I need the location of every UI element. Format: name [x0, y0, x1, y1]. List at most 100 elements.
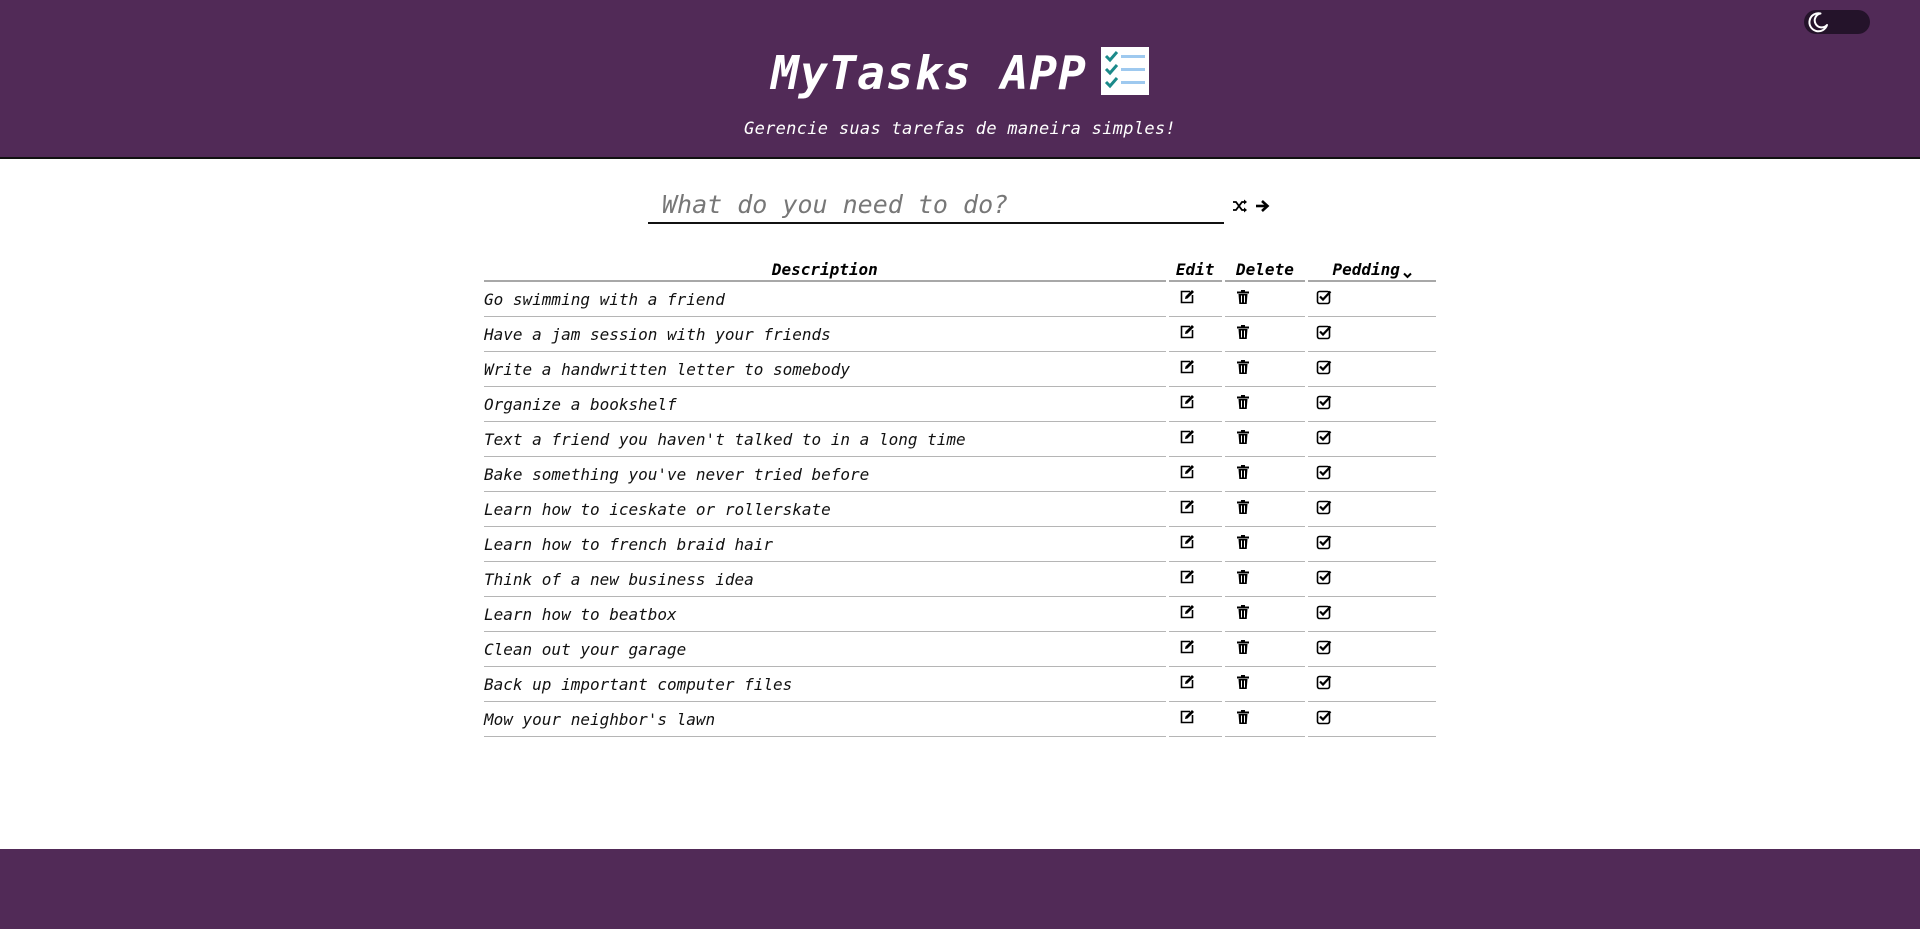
trash-icon[interactable] — [1235, 464, 1251, 480]
edit-cell — [1168, 317, 1222, 352]
checklist-icon — [1100, 46, 1149, 95]
edit-icon[interactable] — [1179, 604, 1195, 620]
task-input[interactable] — [648, 186, 1224, 222]
table-row: Think of a new business idea — [484, 562, 1436, 597]
delete-cell — [1224, 282, 1306, 317]
edit-cell — [1168, 527, 1222, 562]
edit-cell — [1168, 597, 1222, 632]
shuffle-icon[interactable] — [1232, 198, 1248, 214]
edit-cell — [1168, 702, 1222, 737]
task-description: Back up important computer files — [484, 667, 1166, 702]
edit-icon[interactable] — [1179, 534, 1195, 550]
app-title-text: MyTasks APP — [771, 45, 1087, 100]
trash-icon[interactable] — [1235, 429, 1251, 445]
check-square-icon[interactable] — [1316, 289, 1332, 305]
edit-cell — [1168, 667, 1222, 702]
arrow-right-icon[interactable] — [1254, 198, 1270, 214]
edit-icon[interactable] — [1179, 324, 1195, 340]
trash-icon[interactable] — [1235, 394, 1251, 410]
trash-icon[interactable] — [1235, 639, 1251, 655]
edit-icon[interactable] — [1179, 394, 1195, 410]
task-list: Go swimming with a friend Have a jam ses… — [484, 282, 1436, 737]
status-cell — [1308, 317, 1436, 352]
task-input-container — [648, 186, 1224, 224]
check-square-icon[interactable] — [1316, 569, 1332, 585]
task-description: Learn how to iceskate or rollerskate — [484, 492, 1166, 527]
task-description: Learn how to french braid hair — [484, 527, 1166, 562]
edit-cell — [1168, 422, 1222, 457]
delete-cell — [1224, 492, 1306, 527]
check-square-icon[interactable] — [1316, 464, 1332, 480]
task-description: Organize a bookshelf — [484, 387, 1166, 422]
edit-cell — [1168, 352, 1222, 387]
check-square-icon[interactable] — [1316, 394, 1332, 410]
edit-icon[interactable] — [1179, 289, 1195, 305]
delete-cell — [1224, 597, 1306, 632]
status-cell — [1308, 562, 1436, 597]
table-row: Clean out your garage — [484, 632, 1436, 667]
delete-cell — [1224, 702, 1306, 737]
check-square-icon[interactable] — [1316, 534, 1332, 550]
delete-cell — [1224, 387, 1306, 422]
task-description: Have a jam session with your friends — [484, 317, 1166, 352]
trash-icon[interactable] — [1235, 604, 1251, 620]
check-square-icon[interactable] — [1316, 499, 1332, 515]
status-cell — [1308, 422, 1436, 457]
status-cell — [1308, 282, 1436, 317]
edit-icon[interactable] — [1179, 569, 1195, 585]
status-cell — [1308, 352, 1436, 387]
trash-icon[interactable] — [1235, 324, 1251, 340]
chevron-down-icon — [1403, 265, 1412, 278]
table-header-row: Description Edit Delete Pedding — [484, 258, 1436, 282]
trash-icon[interactable] — [1235, 674, 1251, 690]
table-row: Back up important computer files — [484, 667, 1436, 702]
check-square-icon[interactable] — [1316, 324, 1332, 340]
edit-icon[interactable] — [1179, 359, 1195, 375]
task-description: Text a friend you haven't talked to in a… — [484, 422, 1166, 457]
header-description-label: Description — [771, 259, 878, 279]
table-row: Go swimming with a friend — [484, 282, 1436, 317]
delete-cell — [1224, 422, 1306, 457]
delete-cell — [1224, 352, 1306, 387]
edit-cell — [1168, 562, 1222, 597]
table-row: Learn how to beatbox — [484, 597, 1436, 632]
check-square-icon[interactable] — [1316, 709, 1332, 725]
trash-icon[interactable] — [1235, 499, 1251, 515]
edit-cell — [1168, 632, 1222, 667]
edit-cell — [1168, 457, 1222, 492]
app-title: MyTasks APP — [0, 40, 1920, 102]
trash-icon[interactable] — [1235, 569, 1251, 585]
header-delete: Delete — [1224, 258, 1306, 282]
delete-cell — [1224, 527, 1306, 562]
edit-icon[interactable] — [1179, 464, 1195, 480]
check-square-icon[interactable] — [1316, 604, 1332, 620]
table-row: Learn how to french braid hair — [484, 527, 1436, 562]
page: MyTasks APP Gerencie suas tarefas de man… — [0, 0, 1920, 929]
trash-icon[interactable] — [1235, 359, 1251, 375]
table-row: Text a friend you haven't talked to in a… — [484, 422, 1436, 457]
edit-icon[interactable] — [1179, 709, 1195, 725]
edit-cell — [1168, 387, 1222, 422]
table-row: Have a jam session with your friends — [484, 317, 1436, 352]
task-description: Clean out your garage — [484, 632, 1166, 667]
theme-toggle[interactable] — [1804, 10, 1870, 34]
trash-icon[interactable] — [1235, 534, 1251, 550]
trash-icon[interactable] — [1235, 709, 1251, 725]
task-description: Write a handwritten letter to somebody — [484, 352, 1166, 387]
header-status-filter[interactable]: Pedding — [1308, 258, 1436, 282]
input-actions — [1232, 198, 1270, 214]
check-square-icon[interactable] — [1316, 674, 1332, 690]
check-square-icon[interactable] — [1316, 429, 1332, 445]
header-description: Description — [484, 258, 1166, 282]
edit-icon[interactable] — [1179, 639, 1195, 655]
edit-icon[interactable] — [1179, 429, 1195, 445]
edit-icon[interactable] — [1179, 499, 1195, 515]
check-square-icon[interactable] — [1316, 639, 1332, 655]
edit-cell — [1168, 282, 1222, 317]
app-footer — [0, 849, 1920, 929]
check-square-icon[interactable] — [1316, 359, 1332, 375]
task-description: Go swimming with a friend — [484, 282, 1166, 317]
task-description: Learn how to beatbox — [484, 597, 1166, 632]
trash-icon[interactable] — [1235, 289, 1251, 305]
edit-icon[interactable] — [1179, 674, 1195, 690]
